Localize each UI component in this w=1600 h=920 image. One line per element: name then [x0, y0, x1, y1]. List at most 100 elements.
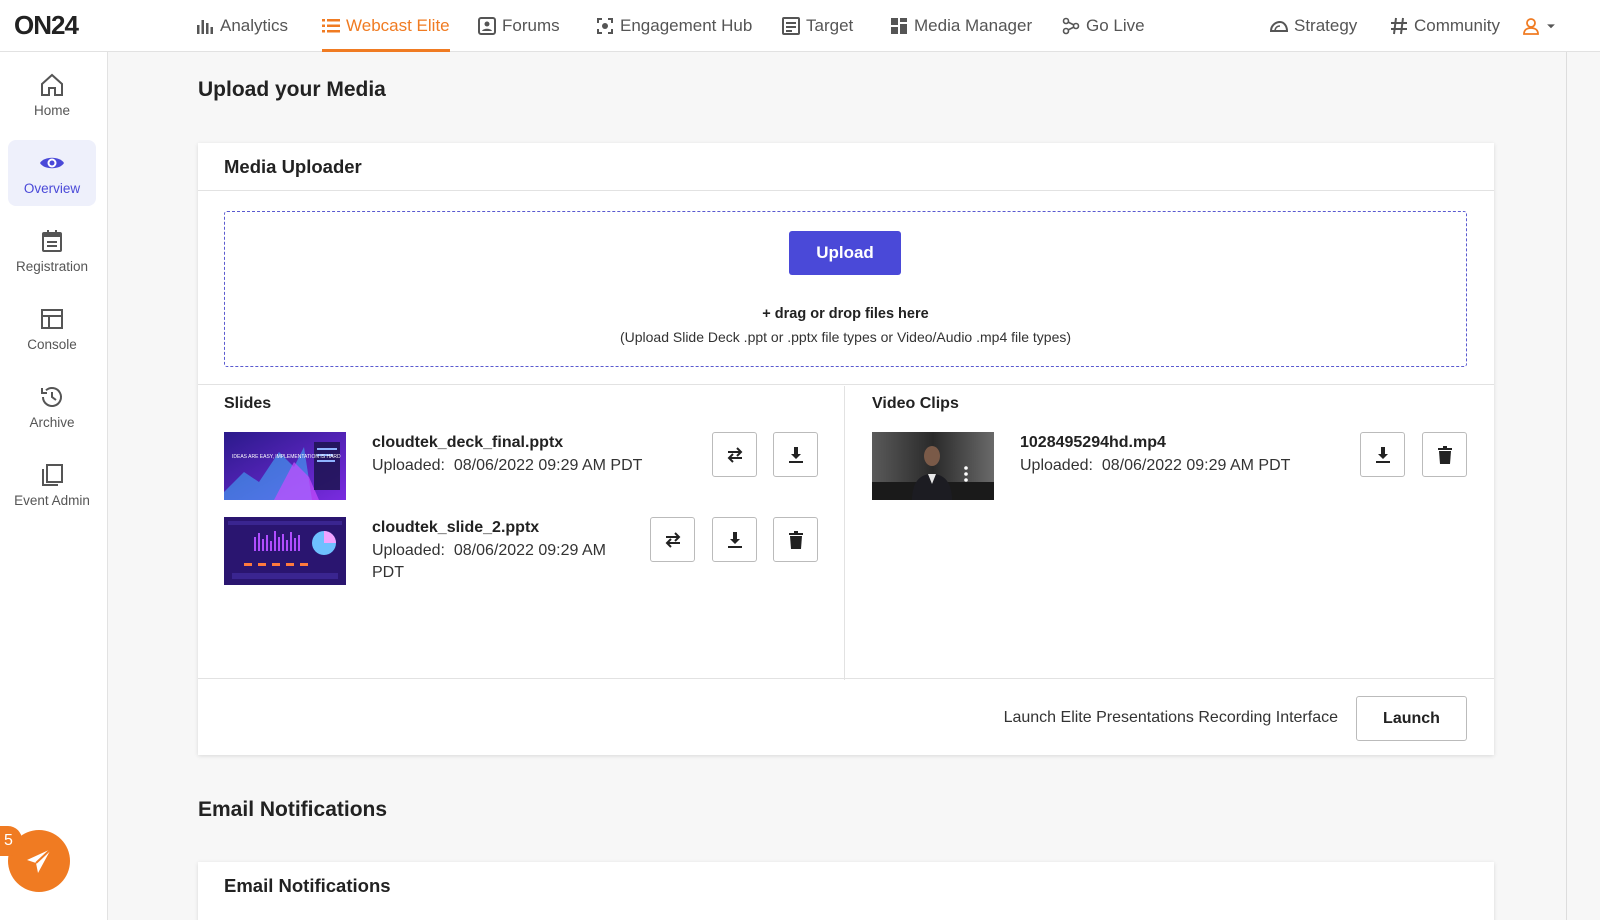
sidebar-item-registration[interactable]: Registration: [8, 218, 96, 284]
top-navigation-bar: ON24 Analytics Webcast Elite Forums Enga…: [0, 0, 1600, 52]
video-thumbnail: [872, 432, 994, 500]
video-file-name: 1028495294hd.mp4: [1020, 434, 1166, 451]
sidebar-item-label: Console: [27, 337, 77, 352]
trash-icon: [788, 530, 803, 549]
user-icon: [1523, 18, 1539, 35]
list-icon: [322, 19, 340, 33]
console-icon: [41, 309, 63, 329]
nav-label: Target: [806, 16, 854, 35]
nav-engagement-hub[interactable]: Engagement Hub: [596, 0, 752, 52]
uploaded-timezone: PDT: [372, 564, 404, 581]
uploaded-prefix: Uploaded:: [1020, 457, 1093, 474]
calendar-icon: [42, 230, 62, 252]
hashtag-icon: [1391, 17, 1407, 35]
nav-strategy[interactable]: Strategy: [1270, 0, 1357, 52]
sidebar-item-home[interactable]: Home: [8, 62, 96, 128]
target-icon: [782, 17, 800, 35]
slide-upload-date: Uploaded: 08/06/2022 09:29 AM PDT: [372, 540, 632, 584]
download-video-button[interactable]: [1360, 432, 1405, 477]
divider: [198, 384, 1494, 385]
grid-icon: [891, 18, 907, 34]
divider: [198, 678, 1494, 679]
pages-icon: [42, 464, 63, 486]
go-live-icon: [1062, 17, 1080, 35]
card-title: Email Notifications: [224, 875, 391, 896]
user-menu[interactable]: [1522, 0, 1556, 52]
slide-preview-image: [224, 517, 346, 585]
nav-label: Strategy: [1294, 16, 1358, 35]
left-sidebar: Home Overview Registration Console Archi…: [0, 52, 108, 920]
upload-button[interactable]: Upload: [789, 231, 901, 275]
nav-label: Go Live: [1086, 16, 1145, 35]
launch-button[interactable]: Launch: [1356, 696, 1467, 741]
delete-video-button[interactable]: [1422, 432, 1467, 477]
nav-analytics[interactable]: Analytics: [196, 0, 288, 52]
nav-label: Media Manager: [914, 16, 1033, 35]
download-slide-button[interactable]: [773, 432, 818, 477]
nav-webcast-elite[interactable]: Webcast Elite: [322, 0, 450, 52]
nav-community[interactable]: Community: [1390, 0, 1500, 52]
slide-thumb-text: IDEAS ARE EASY, IMPLEMENTATION IS HARD: [232, 454, 341, 460]
uploaded-timestamp: 08/06/2022 09:29 AM PDT: [453, 457, 643, 474]
sidebar-item-archive[interactable]: Archive: [8, 374, 96, 440]
scrollbar[interactable]: [1566, 52, 1567, 920]
launch-description: Launch Elite Presentations Recording Int…: [1003, 709, 1338, 726]
sidebar-item-overview[interactable]: Overview: [8, 140, 96, 206]
hub-icon: [597, 18, 613, 34]
video-preview-image: [872, 432, 994, 500]
uploaded-timestamp: 08/06/2022 09:29 AM: [453, 542, 606, 559]
sidebar-item-event-admin[interactable]: Event Admin: [8, 452, 96, 518]
swap-icon: [665, 531, 680, 548]
download-slide-button[interactable]: [712, 517, 757, 562]
video-upload-date: Uploaded: 08/06/2022 09:29 AM PDT: [1020, 455, 1290, 477]
forums-icon: [478, 17, 496, 35]
email-notifications-card: Email Notifications: [198, 862, 1494, 920]
drag-drop-text: + drag or drop files here: [762, 306, 929, 322]
sidebar-item-label: Event Admin: [14, 493, 90, 508]
strategy-icon: [1270, 20, 1288, 32]
slide-file-name: cloudtek_slide_2.pptx: [372, 519, 540, 536]
page-title: Upload your Media: [198, 78, 386, 101]
uploaded-timestamp: 08/06/2022 09:29 AM PDT: [1101, 457, 1291, 474]
video-clips-heading: Video Clips: [872, 395, 959, 412]
uploaded-prefix: Uploaded:: [372, 542, 445, 559]
trash-icon: [1437, 445, 1452, 464]
nav-label: Community: [1414, 16, 1500, 35]
divider: [844, 386, 845, 680]
delete-slide-button[interactable]: [773, 517, 818, 562]
send-icon: [27, 848, 52, 873]
home-icon: [41, 73, 63, 96]
replace-slide-button[interactable]: [650, 517, 695, 562]
email-notifications-heading: Email Notifications: [198, 798, 388, 821]
nav-label: Forums: [502, 16, 560, 35]
nav-go-live[interactable]: Go Live: [1062, 0, 1145, 52]
nav-media-manager[interactable]: Media Manager: [890, 0, 1032, 52]
replace-slide-button[interactable]: [712, 432, 757, 477]
history-icon: [41, 387, 62, 407]
sidebar-item-label: Archive: [29, 415, 75, 430]
chevron-down-icon: [1547, 24, 1555, 29]
media-uploader-card: Media Uploader Upload + drag or drop fil…: [198, 143, 1494, 755]
slide-file-name: cloudtek_deck_final.pptx: [372, 434, 564, 451]
bar-chart-icon: [197, 20, 213, 34]
sidebar-item-label: Overview: [23, 181, 81, 196]
uploaded-prefix: Uploaded:: [372, 457, 445, 474]
slide-thumbnail: IDEAS ARE EASY, IMPLEMENTATION IS HARD: [224, 432, 346, 500]
on24-logo[interactable]: ON24: [14, 10, 79, 41]
sidebar-item-label: Registration: [15, 259, 89, 274]
download-icon: [788, 446, 803, 463]
drop-zone[interactable]: Upload + drag or drop files here (Upload…: [224, 211, 1467, 367]
nav-label: Analytics: [220, 16, 289, 35]
nav-forums[interactable]: Forums: [478, 0, 560, 52]
sidebar-item-console[interactable]: Console: [8, 296, 96, 362]
swap-icon: [727, 446, 742, 463]
nav-label: Webcast Elite: [346, 16, 450, 35]
slides-heading: Slides: [224, 395, 272, 412]
nav-target[interactable]: Target: [782, 0, 853, 52]
slide-preview-image: IDEAS ARE EASY, IMPLEMENTATION IS HARD: [224, 432, 346, 500]
eye-icon: [40, 157, 64, 169]
sidebar-item-label: Home: [33, 103, 70, 118]
slide-upload-date: Uploaded: 08/06/2022 09:29 AM PDT: [372, 455, 642, 477]
download-icon: [1375, 446, 1390, 463]
nav-label: Engagement Hub: [620, 16, 753, 35]
